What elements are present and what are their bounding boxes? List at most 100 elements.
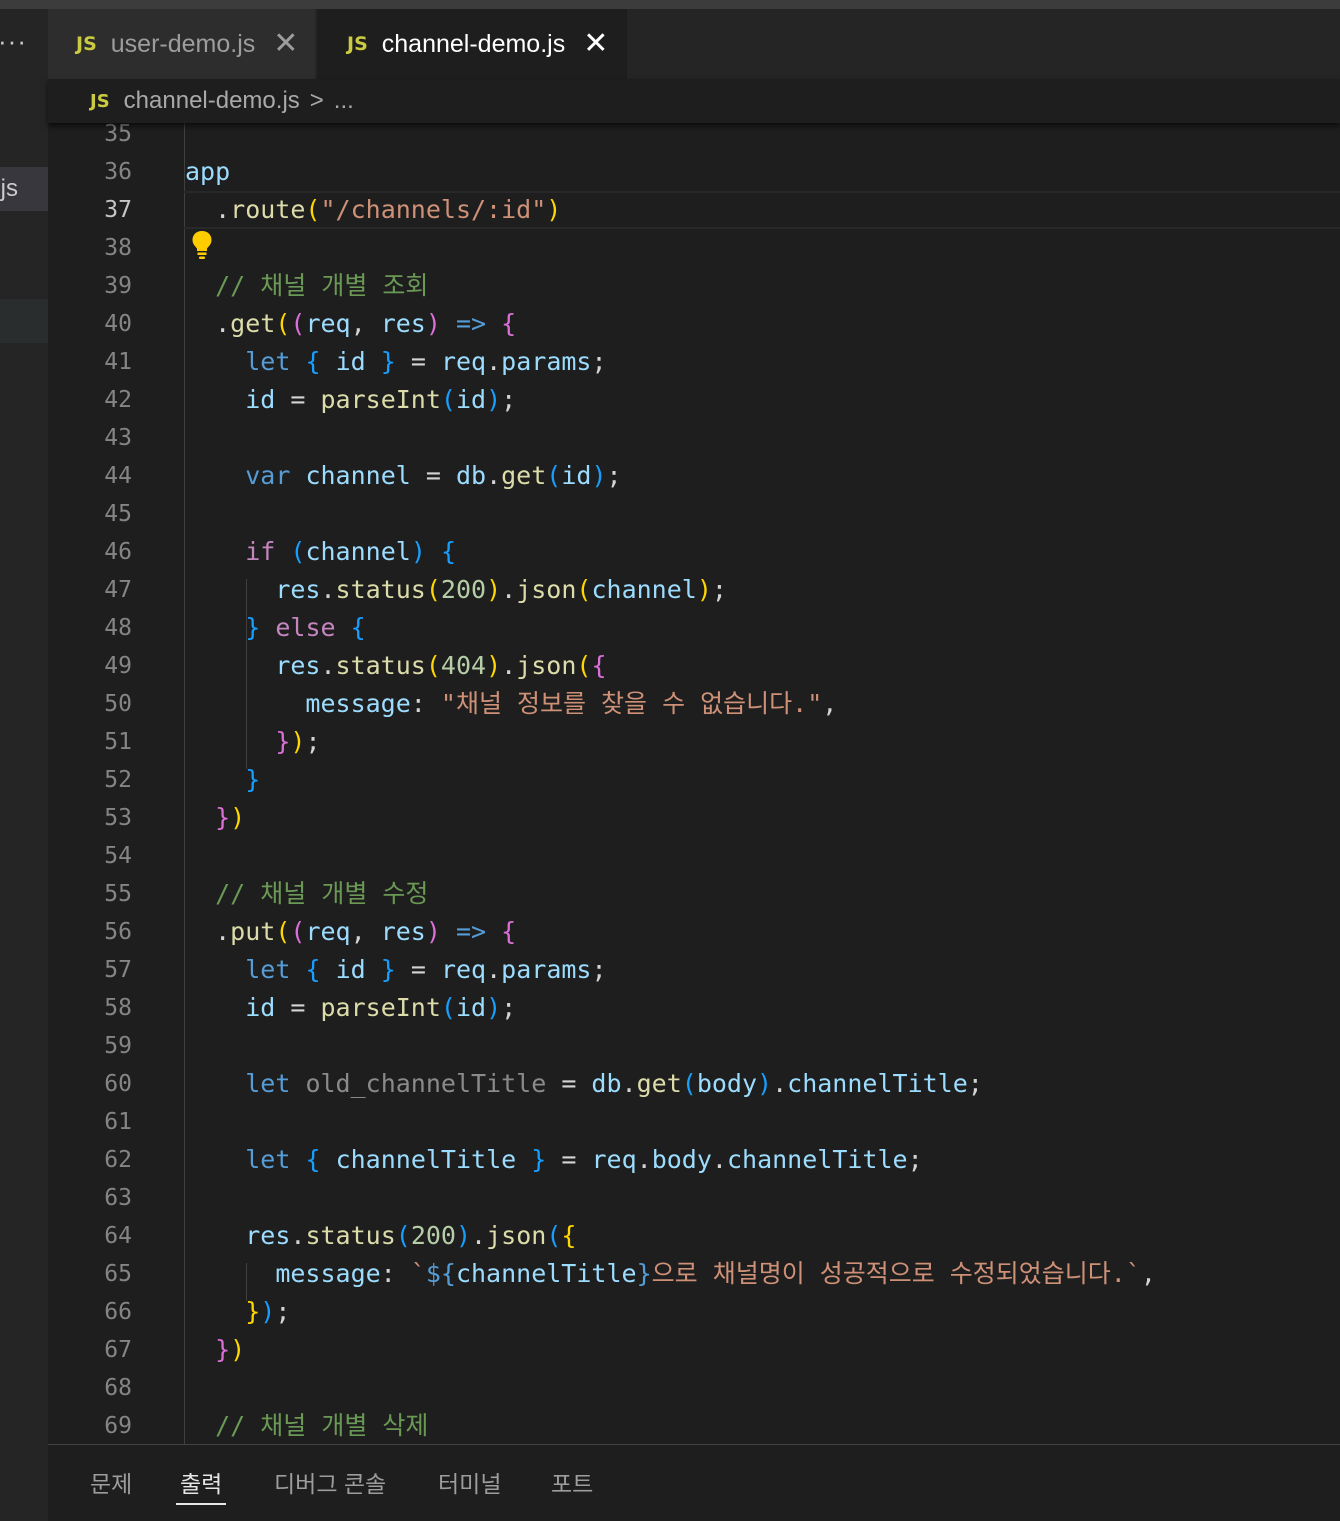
code-text: let { channelTitle } = req.body.channelT… [245,1145,923,1174]
breadcrumb: JS channel-demo.js > ... [48,79,1340,123]
code-editor[interactable]: 35 36 app 37 .route("/channels/:id") 38 … [48,123,1340,1444]
code-text: var channel = db.get(id); [245,461,622,490]
code-text: res.status(200).json({ [245,1221,577,1250]
line-number: 43 [104,425,132,451]
code-line: 40 .get((req, res) => { [48,305,1340,343]
code-text: .put((req, res) => { [185,917,517,946]
code-text: if (channel) { [245,537,456,566]
code-line: 50 message: "채널 정보를 찾을 수 없습니다.", [48,685,1340,723]
code-text: id = parseInt(id); [245,385,517,414]
line-number: 51 [104,729,132,755]
code-text: } else { [245,613,366,642]
breadcrumb-file[interactable]: channel-demo.js [124,87,300,115]
bottom-panel: 문제 출력 디버그 콘솔 터미널 포트 [48,1444,1340,1521]
tab-label: user-demo.js [110,29,256,58]
title-bar-strip [0,0,48,9]
line-number: 57 [104,957,132,983]
more-actions-icon[interactable]: ··· [0,26,27,57]
line-number: 44 [104,463,132,489]
code-line: 60 let old_channelTitle = db.get(body).c… [48,1065,1340,1103]
code-text: let old_channelTitle = db.get(body).chan… [245,1069,983,1098]
lightbulb-icon[interactable] [191,230,213,260]
code-line: 51 }); [48,723,1340,761]
code-line: 46 if (channel) { [48,533,1340,571]
breadcrumb-symbol[interactable]: ... [334,87,354,115]
code-line: 41 let { id } = req.params; [48,343,1340,381]
code-line: 55 // 채널 개별 수정 [48,875,1340,913]
code-line: 66 }); [48,1293,1340,1331]
tab-terminal[interactable]: 터미널 [438,1465,501,1499]
code-text: }); [245,1297,291,1326]
explorer-selected-file[interactable]: .js [0,167,48,211]
tab-channel-demo[interactable]: JS channel-demo.js ✕ [317,9,627,79]
line-number: 64 [104,1223,132,1249]
line-number: 66 [104,1299,132,1325]
line-number: 58 [104,995,132,1021]
line-number: 62 [104,1147,132,1173]
code-text: message: "채널 정보를 찾을 수 없습니다.", [305,689,838,718]
tab-user-demo[interactable]: JS user-demo.js ✕ [48,9,316,79]
code-line: 47 res.status(200).json(channel); [48,571,1340,609]
code-text: } [245,765,261,794]
line-number: 45 [104,501,132,527]
code-line: 57 let { id } = req.params; [48,951,1340,989]
line-number: 39 [104,273,132,299]
tab-problems[interactable]: 문제 [90,1465,132,1499]
line-number: 41 [104,349,132,375]
code-line: 59 [48,1027,1340,1065]
close-icon[interactable]: ✕ [583,29,608,59]
line-number: 47 [104,577,132,603]
code-line: 62 let { channelTitle } = req.body.chann… [48,1141,1340,1179]
code-text: // 채널 개별 수정 [215,879,429,908]
code-line: 68 [48,1369,1340,1407]
explorer-row[interactable] [0,299,48,343]
tab-debug-console[interactable]: 디버그 콘솔 [274,1465,386,1499]
close-icon[interactable]: ✕ [273,29,298,59]
line-number: 48 [104,615,132,641]
line-number: 42 [104,387,132,413]
code-line: 54 [48,837,1340,875]
line-number: 69 [104,1413,132,1439]
tab-label: channel-demo.js [381,29,566,58]
code-line: 42 id = parseInt(id); [48,381,1340,419]
line-number: 67 [104,1337,132,1363]
line-number: 38 [104,235,132,261]
javascript-file-icon: JS [347,33,368,55]
code-text: res.status(404).json({ [275,651,607,680]
code-line: 65 message: `${channelTitle}으로 채널명이 성공적으… [48,1255,1340,1293]
code-line: 36 app [48,153,1340,191]
code-line: 39 // 채널 개별 조회 [48,267,1340,305]
code-text: }) [215,803,246,832]
line-number: 60 [104,1071,132,1097]
line-number: 49 [104,653,132,679]
line-number: 53 [104,805,132,831]
code-line: 69 // 채널 개별 삭제 [48,1407,1340,1444]
line-number: 65 [104,1261,132,1287]
code-line: 58 id = parseInt(id); [48,989,1340,1027]
code-line: 43 [48,419,1340,457]
code-line: 63 [48,1179,1340,1217]
code-text: .get((req, res) => { [185,309,517,338]
explorer-sidebar: ··· .js [0,0,48,1521]
line-number: 56 [104,919,132,945]
code-line: 61 [48,1103,1340,1141]
line-number: 50 [104,691,132,717]
title-bar-strip [48,0,1340,9]
code-text: app [185,157,231,186]
line-number: 68 [104,1375,132,1401]
line-number: 61 [104,1109,132,1135]
tab-output[interactable]: 출력 [175,1465,227,1505]
code-line: 48 } else { [48,609,1340,647]
line-number: 59 [104,1033,132,1059]
code-text: res.status(200).json(channel); [275,575,727,604]
line-number: 46 [104,539,132,565]
code-line: 44 var channel = db.get(id); [48,457,1340,495]
code-text: // 채널 개별 삭제 [215,1411,429,1440]
code-line: 53 }) [48,799,1340,837]
code-line: 56 .put((req, res) => { [48,913,1340,951]
tab-ports[interactable]: 포트 [551,1465,593,1499]
code-line: 67 }) [48,1331,1340,1369]
line-number: 36 [104,159,132,185]
line-number: 35 [104,123,132,147]
code-text: }) [215,1335,246,1364]
